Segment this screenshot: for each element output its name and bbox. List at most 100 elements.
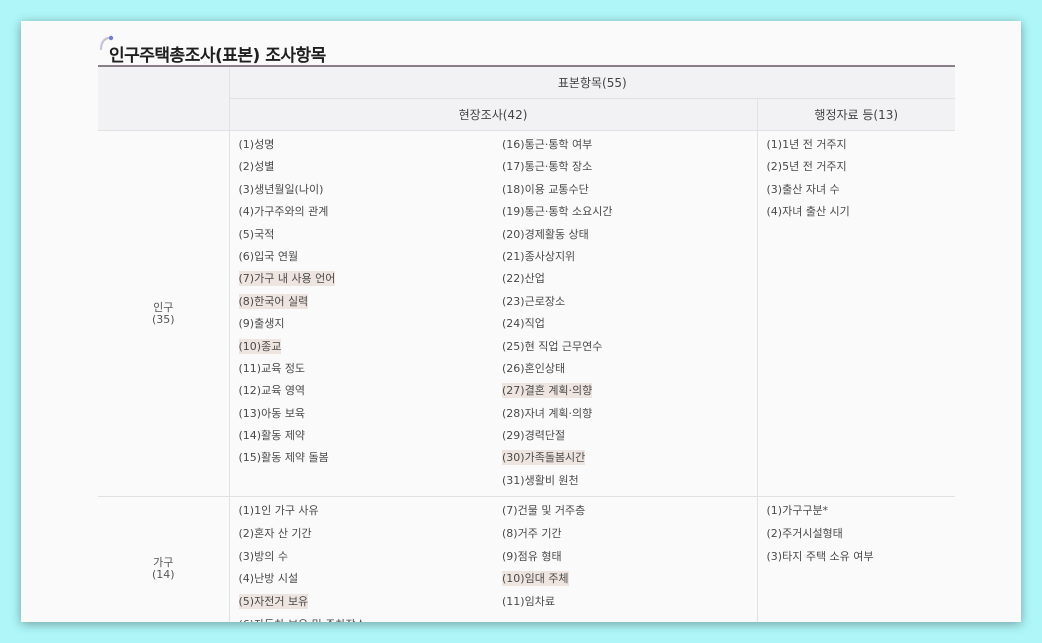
- list-item: (23)근로장소: [502, 291, 757, 313]
- list-item: (1)성명: [239, 134, 494, 156]
- list-item: (9)출생지: [239, 313, 494, 335]
- list-item: (29)경력단절: [502, 425, 757, 447]
- list-item: (12)교육 영역: [239, 380, 494, 402]
- item-label: (23)근로장소: [502, 294, 566, 308]
- list-item: (16)통근·통학 여부: [502, 134, 757, 156]
- list-item: (10)임대 주체: [502, 568, 757, 591]
- item-label: (11)임차료: [502, 595, 555, 608]
- item-label: (24)직업: [502, 317, 545, 331]
- list-item: (11)교육 정도: [239, 358, 494, 380]
- table-row: 인구 (35) (1)성명 (2)성별 (3)생년월일(나이) (4)가구주와의 관계 (5…: [98, 130, 956, 498]
- field-survey-col1: (1)성명 (2)성별 (3)생년월일(나이) (4)가구주와의 관계 (5)국적 (6)…: [229, 130, 494, 498]
- survey-items-table: 표본항목(55) 현장조사(42) 행정자료 등(13) 인구 (35) (1)성명…: [98, 65, 956, 622]
- list-item: (17)통근·통학 장소: [502, 156, 757, 178]
- item-label: (11)교육 정도: [238, 361, 306, 375]
- field-survey-col2: (7)건물 및 거주층 (8)거주 기간 (9)점유 형태 (10)임대 주체 (11)…: [493, 496, 757, 622]
- field-survey-list: (1)성명 (2)성별 (3)생년월일(나이) (4)가구주와의 관계 (5)국적 (6)…: [230, 131, 494, 474]
- list-item: (24)직업: [502, 313, 757, 335]
- item-label: (21)종사상지위: [502, 249, 576, 263]
- category-cell: 인구 (35): [98, 130, 230, 498]
- item-label: (4)자녀 출산 시기: [766, 205, 850, 219]
- item-label: (26)혼인상태: [502, 361, 566, 375]
- item-label: (3)출산 자녀 수: [766, 182, 840, 196]
- item-label: (1)성명: [238, 138, 275, 151]
- list-item: (7)건물 및 거주층: [502, 500, 757, 523]
- item-label: (8)거주 기간: [502, 526, 562, 540]
- item-label: (6)입국 연월: [238, 249, 299, 263]
- list-item: (14)활동 제약: [239, 425, 494, 447]
- list-item: (2)성별: [239, 156, 494, 178]
- item-label: (5)국적: [238, 227, 275, 241]
- item-label: (30)가족돌봄시간: [502, 450, 586, 466]
- item-label: (10)임대 주체: [502, 571, 569, 587]
- field-survey-list: (7)건물 및 거주층 (8)거주 기간 (9)점유 형태 (10)임대 주체 (11)…: [493, 497, 757, 617]
- list-item: (6)자동차 보유 및 주차장소: [239, 614, 494, 622]
- item-label: (1)가구구분*: [766, 504, 829, 518]
- item-label: (2)성별: [238, 160, 275, 174]
- list-item: (8)거주 기간: [502, 523, 757, 546]
- header-admin-data: 행정자료 등(13): [756, 98, 956, 131]
- list-item: (20)경제활동 상태: [502, 224, 757, 246]
- item-label: (1)1년 전 거주지: [766, 138, 847, 151]
- item-label: (27)결혼 계획·의향: [502, 383, 593, 399]
- admin-data-list: (1)가구구분* (2)주거시설형태 (3)타지 주택 소유 여부: [758, 497, 956, 572]
- item-label: (2)주거시설형태: [766, 526, 843, 540]
- category-label: 가구: [153, 555, 174, 569]
- item-label: (31)생활비 원천: [502, 473, 579, 487]
- item-label: (3)생년월일(나이): [238, 182, 324, 196]
- header-field-survey: 현장조사(42): [229, 98, 757, 131]
- header-corner: [98, 65, 230, 131]
- item-label: (1)1인 가구 사유: [238, 504, 319, 518]
- list-item: (10)종교: [238, 336, 494, 358]
- item-label: (17)통근·통학 장소: [502, 160, 593, 174]
- category-label: 인구: [153, 300, 174, 314]
- item-label: (13)아동 보육: [238, 406, 306, 420]
- item-label: (9)점유 형태: [502, 549, 562, 563]
- list-item: (6)입국 연월: [239, 246, 494, 268]
- item-label: (15)활동 제약 돌봄: [238, 451, 329, 465]
- item-label: (7)건물 및 거주층: [502, 504, 586, 518]
- field-survey-list: (1)1인 가구 사유 (2)혼자 산 기간 (3)방의 수 (4)난방 시설 (5)자…: [230, 497, 494, 622]
- list-item: (3)방의 수: [239, 546, 494, 569]
- list-item: (11)임차료: [502, 591, 757, 614]
- category-count: (35): [151, 312, 175, 326]
- field-survey-list: (16)통근·통학 여부 (17)통근·통학 장소 (18)이용 교통수단 (19)통…: [493, 131, 757, 496]
- list-item: (28)자녀 계획·의향: [502, 403, 757, 425]
- item-label: (10)종교: [238, 338, 282, 354]
- item-label: (29)경력단절: [502, 429, 566, 443]
- item-label: (20)경제활동 상태: [502, 227, 589, 241]
- list-item: (18)이용 교통수단: [502, 179, 757, 201]
- list-item: (3)타지 주택 소유 여부: [767, 546, 956, 569]
- item-label: (18)이용 교통수단: [502, 182, 589, 196]
- item-label: (12)교육 영역: [238, 384, 306, 398]
- item-label: (8)한국어 실력: [238, 293, 309, 309]
- item-label: (3)타지 주택 소유 여부: [766, 549, 874, 563]
- item-label: (28)자녀 계획·의향: [502, 406, 593, 420]
- list-item: (3)출산 자녀 수: [767, 179, 956, 201]
- list-item: (8)한국어 실력: [238, 291, 494, 313]
- list-item: (21)종사상지위: [502, 246, 757, 268]
- item-label: (14)활동 제약: [238, 429, 306, 443]
- list-item: (1)1년 전 거주지: [767, 134, 956, 156]
- list-item: (2)5년 전 거주지: [767, 156, 956, 178]
- list-item: (4)자녀 출산 시기: [767, 201, 956, 223]
- list-item: (31)생활비 원천: [502, 470, 757, 492]
- header-sample-items: 표본항목(55): [229, 65, 956, 99]
- admin-data-col: (1)가구구분* (2)주거시설형태 (3)타지 주택 소유 여부: [756, 496, 956, 622]
- list-item: (5)자전거 보유: [238, 591, 494, 614]
- list-item: (19)통근·통학 소요시간: [502, 201, 757, 223]
- item-label: (7)가구 내 사용 언어: [238, 271, 336, 287]
- survey-card: 인구주택총조사(표본) 조사항목 표본항목(55) 현장조사(42) 행정자료 …: [21, 21, 1021, 622]
- item-label: (25)현 직업 근무연수: [502, 339, 603, 353]
- list-item: (5)국적: [239, 224, 494, 246]
- list-item: (3)생년월일(나이): [239, 179, 494, 201]
- item-label: (5)자전거 보유: [238, 594, 309, 609]
- category-cell: 가구 (14): [98, 496, 230, 622]
- list-item: (13)아동 보육: [239, 403, 494, 425]
- admin-data-list: (1)1년 전 거주지 (2)5년 전 거주지 (3)출산 자녀 수 (4)자녀 출산…: [758, 131, 956, 228]
- list-item: (25)현 직업 근무연수: [502, 336, 757, 358]
- list-item: (30)가족돌봄시간: [502, 447, 757, 469]
- list-item: (9)점유 형태: [502, 546, 757, 569]
- item-label: (16)통근·통학 여부: [502, 138, 593, 151]
- item-label: (19)통근·통학 소요시간: [502, 205, 613, 219]
